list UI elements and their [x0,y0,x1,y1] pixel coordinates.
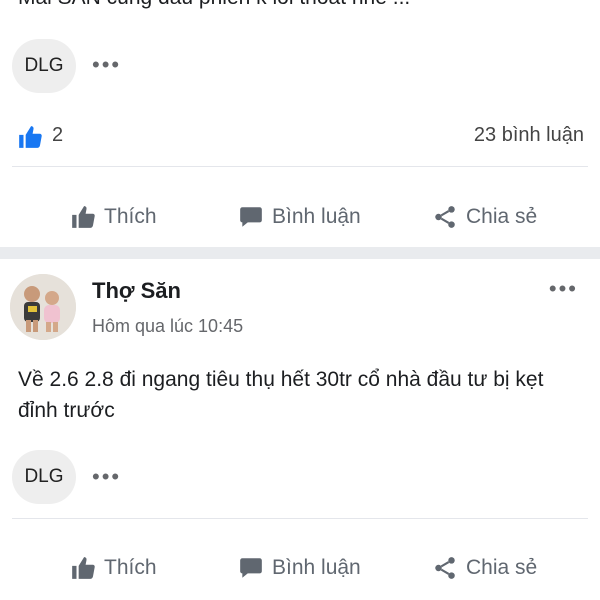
like-label: Thích [104,205,157,228]
post-separator [0,247,600,259]
thumbs-up-icon [72,557,95,579]
comment-label: Bình luận [272,205,361,228]
like-label: Thích [104,556,157,579]
tag-pill-dlg[interactable]: DLG [12,39,76,93]
comment-count-link[interactable]: 23 bình luận [474,124,584,147]
post-action-bar: Thích Bình luận Chia sẻ [0,195,600,239]
post-action-bar: Thích Bình luận Chia sẻ [0,546,600,590]
tag-pill-dlg[interactable]: DLG [12,450,76,504]
comment-button[interactable]: Bình luận [238,204,361,230]
share-icon [435,206,455,228]
share-label: Chia sẻ [466,205,538,228]
post-timestamp[interactable]: Hôm qua lúc 10:45 [92,316,243,337]
divider [12,166,588,167]
comment-icon [240,207,262,227]
avatar-photo [10,274,76,340]
tag-more-button[interactable]: ••• [92,54,121,76]
comment-label: Bình luận [272,556,361,579]
like-button[interactable]: Thích [70,204,157,230]
divider [12,518,588,519]
post-more-button[interactable]: ••• [549,278,578,300]
share-button[interactable]: Chia sẻ [432,555,537,581]
tag-pill-label: DLG [24,466,64,487]
share-button[interactable]: Chia sẻ [432,204,537,230]
reaction-count[interactable]: 2 [52,124,63,147]
comment-icon [240,558,262,578]
share-label: Chia sẻ [466,556,538,579]
tag-more-button[interactable]: ••• [92,466,121,488]
post-body-text: Về 2.6 2.8 đi ngang tiêu thụ hết 30tr cổ… [18,368,544,422]
tag-pill-label: DLG [24,55,64,76]
thumbs-up-icon [72,206,95,228]
comment-button[interactable]: Bình luận [238,555,361,581]
author-name[interactable]: Thợ Săn [92,278,181,304]
share-icon [435,557,455,579]
previous-post-text: Mải SĂN cũng đầu phiên k lỗi thoát nhé .… [18,0,410,10]
like-button[interactable]: Thích [70,555,157,581]
like-reaction-icon[interactable] [16,124,44,150]
author-avatar[interactable] [10,274,76,340]
